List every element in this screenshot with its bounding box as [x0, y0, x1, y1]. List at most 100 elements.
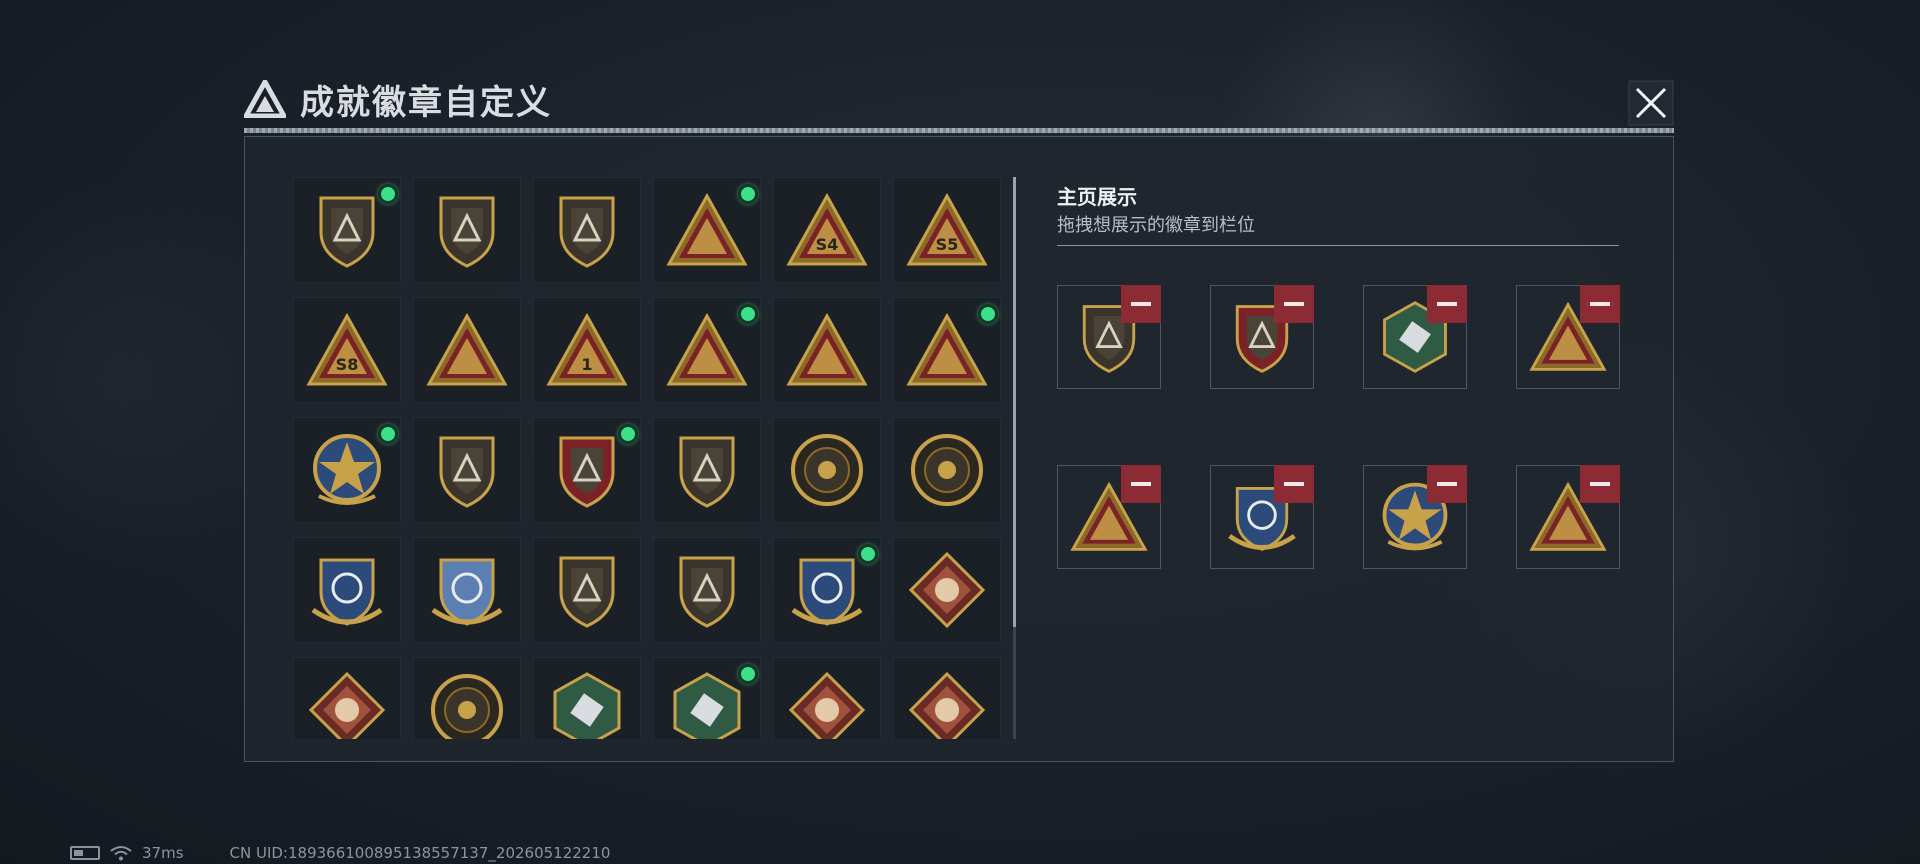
remove-badge-button[interactable] [1427, 285, 1467, 323]
badge-cell[interactable] [773, 297, 881, 403]
showcase-slot[interactable] [1057, 465, 1161, 569]
ping-value: 37ms [142, 844, 184, 862]
showcase-slot[interactable] [1363, 465, 1467, 569]
remove-badge-button[interactable] [1121, 465, 1161, 503]
beast-round-badge-icon [911, 434, 983, 506]
badge-cell[interactable] [773, 657, 881, 739]
badge-cell[interactable] [653, 297, 761, 403]
skull-crosshair-badge-icon [791, 434, 863, 506]
badge-cell[interactable] [653, 657, 761, 739]
minus-icon [1284, 302, 1304, 306]
page-title: 成就徽章自定义 [300, 82, 552, 123]
badge-cell[interactable]: 1 [533, 297, 641, 403]
showcase-slot[interactable] [1057, 285, 1161, 389]
user-uid: CN UID:1893661008951385571​37_2026051222… [229, 844, 611, 862]
showcase-slot[interactable] [1516, 465, 1620, 569]
remove-badge-button[interactable] [1580, 465, 1620, 503]
badge-cell[interactable] [293, 657, 401, 739]
remove-badge-button[interactable] [1580, 285, 1620, 323]
active-indicator [858, 544, 878, 564]
badge-cell[interactable] [413, 537, 521, 643]
badge-cell[interactable] [413, 417, 521, 523]
badge-cell[interactable] [893, 297, 1001, 403]
badge-cell[interactable] [893, 657, 1001, 739]
active-indicator [738, 184, 758, 204]
showcase-divider [1057, 245, 1619, 246]
showcase-slot[interactable] [1210, 465, 1314, 569]
showcase-slot[interactable] [1363, 285, 1467, 389]
eagle-round-badge-icon [431, 674, 503, 739]
minus-icon [1284, 482, 1304, 486]
dragon-hexagon-badge-icon [553, 672, 621, 739]
badge-cell[interactable]: S5 [893, 177, 1001, 283]
chevron-shield-badge-icon [439, 436, 495, 508]
showcase-title: 主页展示 [1057, 185, 1137, 209]
svg-text:S4: S4 [816, 235, 839, 254]
winged-shield-badge-icon [559, 436, 615, 508]
active-indicator [378, 184, 398, 204]
badge-cell[interactable] [293, 177, 401, 283]
minus-icon [1437, 482, 1457, 486]
badge-cell[interactable] [533, 177, 641, 283]
s4-triangle-badge-icon: S4 [786, 192, 868, 266]
minus-icon [1131, 302, 1151, 306]
badge-cell[interactable] [293, 537, 401, 643]
rocket-triangle-badge-icon [906, 312, 988, 386]
badge-grid-scrollbar[interactable] [1013, 177, 1016, 739]
badge-cell[interactable] [533, 417, 641, 523]
close-button[interactable] [1628, 80, 1674, 126]
badge-cell[interactable] [533, 537, 641, 643]
header: 成就徽章自定义 [244, 76, 552, 123]
remove-badge-button[interactable] [1121, 285, 1161, 323]
helicopter-shield-badge-icon [439, 196, 495, 268]
remove-badge-button[interactable] [1427, 465, 1467, 503]
header-divider [244, 128, 1674, 133]
number-one-triangle-badge-icon: 1 [546, 312, 628, 386]
badge-cell[interactable] [413, 177, 521, 283]
badge-grid-viewport[interactable]: S4 S5 S8 1 [293, 177, 1013, 739]
squad-triangle-badge-icon [786, 312, 868, 386]
svg-text:S8: S8 [336, 355, 359, 374]
badge-grid: S4 S5 S8 1 [293, 177, 1013, 739]
badge-customize-panel: S4 S5 S8 1 主页展示 拖拽想展示的徽章到栏位 [244, 136, 1674, 762]
svg-text:1: 1 [581, 355, 592, 374]
star-medal-badge-icon [313, 434, 381, 505]
boat-triangle-badge-icon [426, 312, 508, 386]
scrollbar-thumb[interactable] [1013, 177, 1016, 627]
minus-icon [1590, 482, 1610, 486]
badge-cell[interactable] [413, 657, 521, 739]
showcase-slot[interactable] [1210, 285, 1314, 389]
showcase-slot[interactable] [1516, 285, 1620, 389]
soldiers-triangle-badge-icon [666, 312, 748, 386]
s8-triangle-badge-icon: S8 [306, 312, 388, 386]
badge-cell[interactable] [893, 537, 1001, 643]
badge-cell[interactable]: S8 [293, 297, 401, 403]
radar-triangle-badge-icon [666, 192, 748, 266]
minus-icon [1590, 302, 1610, 306]
badge-cell[interactable] [893, 417, 1001, 523]
dragon-diamond-badge-icon [788, 671, 866, 739]
dagger-shield-badge-icon [559, 196, 615, 268]
active-indicator [978, 304, 998, 324]
badge-cell[interactable] [653, 417, 761, 523]
status-footer: 37ms CN UID:1893661008951385571​37_20260… [70, 844, 610, 862]
wolf-diamond-badge-icon [308, 671, 386, 739]
minus-icon [1437, 302, 1457, 306]
badge-cell[interactable] [533, 657, 641, 739]
badge-cell[interactable] [293, 417, 401, 523]
showcase-slots [1057, 285, 1620, 569]
active-indicator [618, 424, 638, 444]
triangle-logo-shield-badge-icon [319, 196, 375, 268]
badge-cell[interactable] [773, 537, 881, 643]
badge-cell[interactable]: S4 [773, 177, 881, 283]
badge-cell[interactable] [653, 177, 761, 283]
active-indicator [738, 304, 758, 324]
dragon-diamond-badge-icon [908, 671, 986, 739]
rifle-shield-badge-icon [559, 556, 615, 628]
remove-badge-button[interactable] [1274, 285, 1314, 323]
active-indicator [738, 664, 758, 684]
remove-badge-button[interactable] [1274, 465, 1314, 503]
badge-cell[interactable] [413, 297, 521, 403]
badge-cell[interactable] [773, 417, 881, 523]
badge-cell[interactable] [653, 537, 761, 643]
